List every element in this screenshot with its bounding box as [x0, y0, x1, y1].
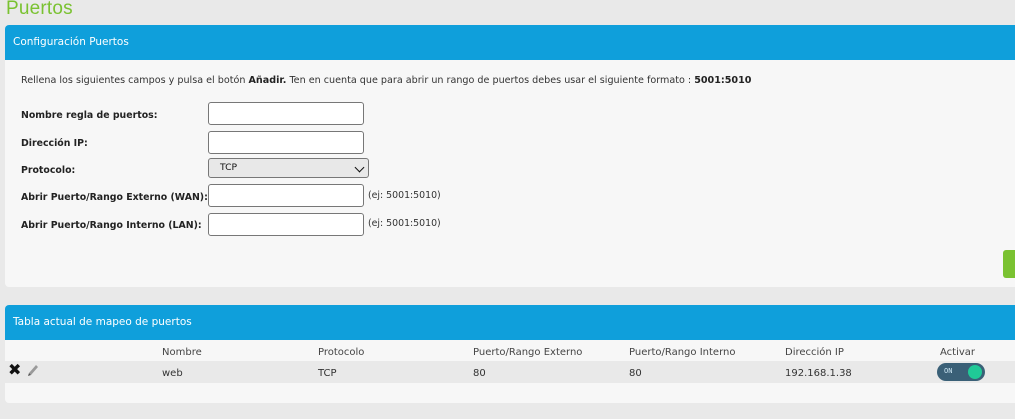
delete-icon[interactable]: ✖ [8, 362, 21, 378]
instructions-button-name: Añadir. [248, 75, 287, 86]
instructions-text: Rellena los siguientes campos y pulsa el… [21, 75, 751, 86]
cell-ip: 192.168.1.38 [785, 368, 852, 379]
internal-port-hint: (ej: 5001:5010) [368, 218, 441, 229]
instructions-format: 5001:5010 [694, 75, 752, 86]
cell-nombre: web [162, 368, 183, 379]
column-header-interno: Puerto/Rango Interno [629, 347, 736, 358]
external-port-label: Abrir Puerto/Rango Externo (WAN): [21, 192, 208, 203]
chevron-down-icon [354, 162, 365, 173]
toggle-label: ON [944, 367, 953, 375]
column-header-protocolo: Protocolo [318, 347, 365, 358]
config-panel: Configuración Puertos Rellena los siguie… [5, 25, 1015, 287]
cell-interno: 80 [629, 368, 642, 379]
column-header-ip: Dirección IP [785, 347, 844, 358]
cell-protocolo: TCP [318, 368, 337, 379]
ip-input[interactable] [208, 131, 364, 154]
column-header-externo: Puerto/Rango Externo [473, 347, 583, 358]
protocol-selected-value: TCP [220, 162, 238, 173]
toggle-knob [968, 365, 982, 379]
protocol-label: Protocolo: [21, 165, 76, 176]
instructions-part2: Ten en cuenta que para abrir un rango de… [286, 75, 695, 86]
instructions-part1: Rellena los siguientes campos y pulsa el… [21, 75, 249, 86]
external-port-input[interactable] [208, 184, 364, 207]
page-title: Puertos [6, 0, 73, 19]
rule-name-label: Nombre regla de puertos: [21, 110, 158, 121]
config-panel-header: Configuración Puertos [5, 25, 1015, 60]
internal-port-input[interactable] [208, 213, 364, 236]
table-panel-header: Tabla actual de mapeo de puertos [5, 305, 1015, 340]
protocol-select[interactable]: TCP [208, 158, 369, 178]
table-panel: Tabla actual de mapeo de puertos Nombre … [5, 305, 1015, 403]
column-header-activar: Activar [940, 347, 976, 358]
rule-name-input[interactable] [208, 102, 364, 125]
ip-label: Dirección IP: [21, 138, 88, 149]
pencil-icon[interactable] [26, 362, 40, 376]
table-row [5, 361, 1015, 383]
external-port-hint: (ej: 5001:5010) [368, 190, 441, 201]
internal-port-label: Abrir Puerto/Rango Interno (LAN): [21, 220, 202, 231]
add-button[interactable] [1003, 250, 1015, 278]
activar-toggle[interactable]: ON [937, 363, 985, 381]
column-header-nombre: Nombre [162, 347, 202, 358]
cell-externo: 80 [473, 368, 486, 379]
